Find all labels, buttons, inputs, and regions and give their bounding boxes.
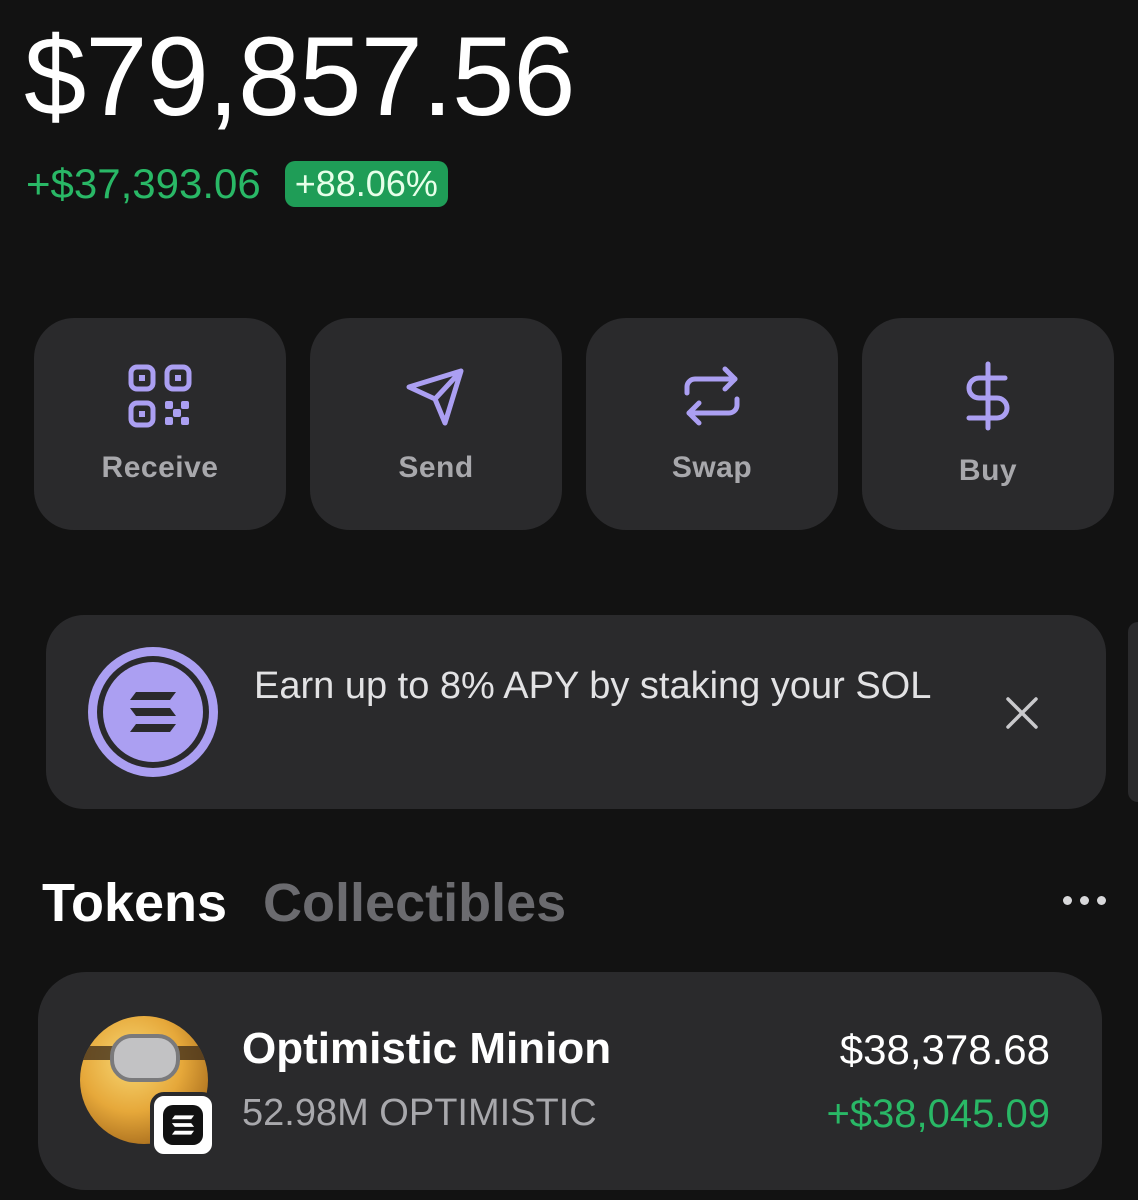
dollar-icon xyxy=(966,361,1010,431)
staking-banner[interactable]: Earn up to 8% APY by staking your SOL xyxy=(46,615,1106,809)
buy-button[interactable]: Buy xyxy=(862,318,1114,530)
change-percent-badge: +88.06% xyxy=(284,161,448,207)
solana-chain-icon xyxy=(150,1092,216,1158)
token-change: +$38,045.09 xyxy=(826,1092,1050,1136)
portfolio-change: +$37,393.06 +88.06% xyxy=(26,160,448,208)
close-icon[interactable] xyxy=(1004,695,1040,731)
change-amount: +$37,393.06 xyxy=(26,160,261,207)
send-label: Send xyxy=(398,451,474,484)
send-button[interactable]: Send xyxy=(310,318,562,530)
staking-banner-text: Earn up to 8% APY by staking your SOL xyxy=(254,665,932,707)
tab-collectibles[interactable]: Collectibles xyxy=(263,872,566,934)
paper-plane-icon xyxy=(406,368,464,426)
action-buttons: Receive Send Swap Buy xyxy=(34,318,1114,530)
more-horizontal-icon[interactable] xyxy=(1063,896,1106,905)
buy-label: Buy xyxy=(958,454,1018,487)
wallet-screen: $79,857.56 +$37,393.06 +88.06% Receive S… xyxy=(0,0,1138,1200)
token-name: Optimistic Minion xyxy=(242,1024,612,1073)
token-row[interactable]: Optimistic Minion 52.98M OPTIMISTIC $38,… xyxy=(38,972,1102,1190)
portfolio-balance: $79,857.56 xyxy=(24,14,576,139)
asset-tabs: Tokens Collectibles xyxy=(42,872,566,934)
swap-label: Swap xyxy=(671,451,753,484)
qr-code-icon xyxy=(128,364,192,428)
token-value: $38,378.68 xyxy=(839,1026,1050,1073)
swap-button[interactable]: Swap xyxy=(586,318,838,530)
swap-arrows-icon xyxy=(684,366,740,426)
token-amount: 52.98M OPTIMISTIC xyxy=(242,1092,597,1134)
receive-button[interactable]: Receive xyxy=(34,318,286,530)
solana-icon xyxy=(88,647,218,777)
receive-label: Receive xyxy=(101,451,219,484)
tab-tokens[interactable]: Tokens xyxy=(42,872,227,934)
next-banner-peek[interactable] xyxy=(1128,622,1138,802)
